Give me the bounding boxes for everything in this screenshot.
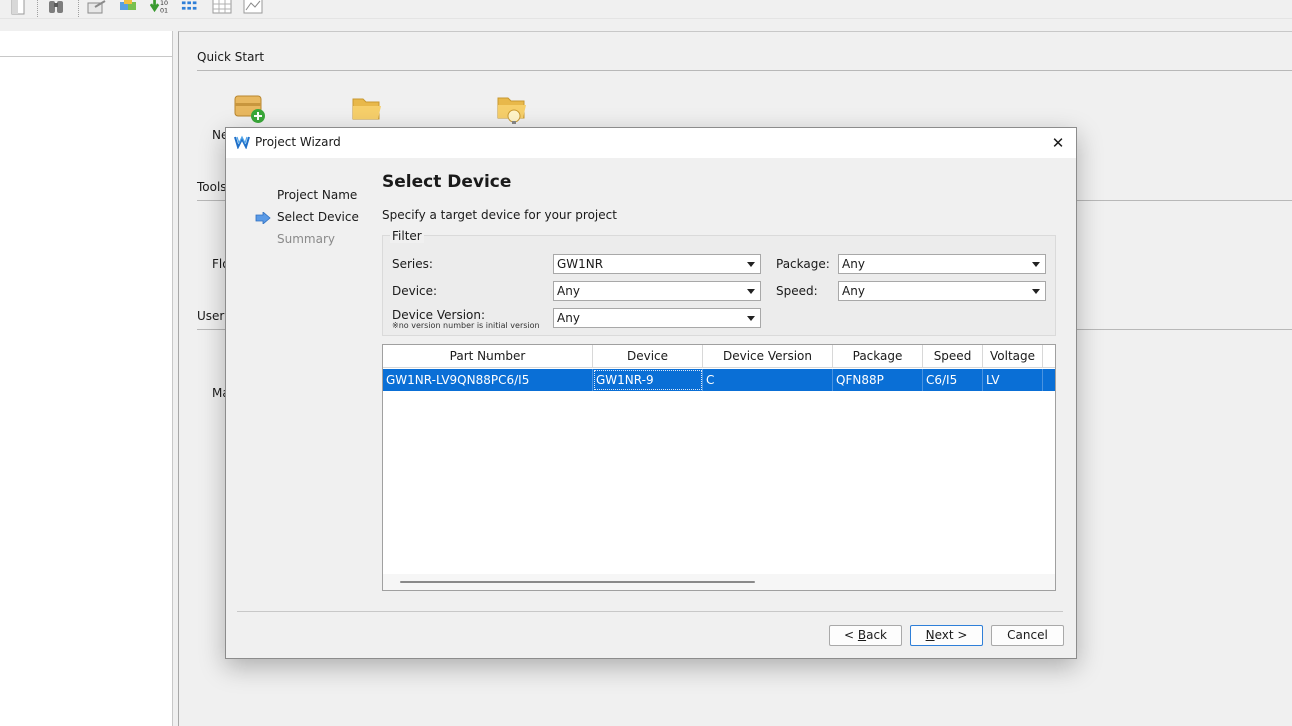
scrollbar-thumb[interactable] bbox=[400, 581, 755, 583]
chevron-down-icon bbox=[1032, 262, 1040, 267]
chevron-down-icon bbox=[747, 262, 755, 267]
column-header-voltage[interactable]: Voltage bbox=[983, 345, 1043, 368]
cell-voltage: LV bbox=[983, 369, 1043, 391]
package-select[interactable]: Any bbox=[838, 254, 1046, 274]
footer-divider bbox=[237, 611, 1063, 612]
step-select-device: Select Device bbox=[277, 210, 359, 224]
svg-text:01: 01 bbox=[160, 7, 168, 14]
step-summary: Summary bbox=[277, 232, 335, 246]
open-project-icon[interactable] bbox=[351, 95, 383, 124]
current-step-arrow-icon bbox=[255, 211, 271, 227]
column-header-device-version[interactable]: Device Version bbox=[703, 345, 833, 368]
filter-legend: Filter bbox=[390, 229, 424, 243]
speed-label: Speed: bbox=[776, 284, 818, 298]
toolbar-separator bbox=[78, 0, 79, 17]
column-header-device[interactable]: Device bbox=[593, 345, 703, 368]
table-header: ⌄ Part Number Device Device Version Pack… bbox=[383, 345, 1055, 368]
cell-device: GW1NR-9 bbox=[593, 369, 703, 391]
chevron-down-icon bbox=[747, 289, 755, 294]
series-label: Series: bbox=[392, 257, 433, 271]
download-bitstream-icon[interactable]: 10 01 bbox=[150, 0, 170, 16]
cancel-button[interactable]: Cancel bbox=[991, 625, 1064, 646]
process-icon[interactable] bbox=[87, 0, 107, 16]
column-header-speed[interactable]: Speed bbox=[923, 345, 983, 368]
cell-package: QFN88P bbox=[833, 369, 923, 391]
device-value: Any bbox=[557, 284, 580, 298]
new-file-icon[interactable] bbox=[8, 0, 28, 16]
cell-device-version: C bbox=[703, 369, 833, 391]
grid-view-icon[interactable] bbox=[212, 0, 232, 16]
panel-header-divider bbox=[0, 56, 173, 57]
close-button[interactable]: ✕ bbox=[1046, 132, 1070, 154]
open-example-icon[interactable] bbox=[496, 94, 530, 129]
dialog-title: Project Wizard bbox=[255, 135, 341, 149]
table-row[interactable]: GW1NR-LV9QN88PC6/I5 GW1NR-9 C QFN88P C6/… bbox=[383, 369, 1055, 391]
dialog-titlebar[interactable]: Project Wizard ✕ bbox=[226, 128, 1076, 158]
device-version-select[interactable]: Any bbox=[553, 308, 761, 328]
binoculars-icon[interactable] bbox=[46, 0, 66, 16]
svg-text:10: 10 bbox=[160, 0, 168, 7]
horizontal-scrollbar[interactable] bbox=[383, 574, 1055, 590]
device-version-label: Device Version: bbox=[392, 308, 486, 322]
column-header-part-number[interactable]: ⌄ Part Number bbox=[383, 345, 593, 368]
chevron-down-icon bbox=[1032, 289, 1040, 294]
device-version-value: Any bbox=[557, 311, 580, 325]
gowin-logo-icon bbox=[234, 135, 250, 152]
device-version-note: ※no version number is initial version bbox=[392, 321, 540, 330]
cell-part-number: GW1NR-LV9QN88PC6/I5 bbox=[383, 369, 593, 391]
project-tree-panel[interactable] bbox=[0, 31, 173, 726]
back-button[interactable]: < Back bbox=[829, 625, 902, 646]
tools-heading: Tools bbox=[197, 180, 227, 194]
series-value: GW1NR bbox=[557, 257, 604, 271]
speed-select[interactable]: Any bbox=[838, 281, 1046, 301]
chart-icon[interactable] bbox=[243, 0, 263, 16]
series-select[interactable]: GW1NR bbox=[553, 254, 761, 274]
page-title: Select Device bbox=[382, 172, 512, 192]
list-view-icon[interactable] bbox=[181, 0, 201, 16]
quick-start-divider bbox=[197, 70, 1292, 71]
new-project-icon[interactable] bbox=[233, 92, 267, 127]
project-wizard-dialog: Project Wizard ✕ Project Name Select Dev… bbox=[225, 127, 1077, 659]
step-project-name: Project Name bbox=[277, 188, 358, 202]
package-label: Package: bbox=[776, 257, 830, 271]
quick-start-heading: Quick Start bbox=[197, 50, 265, 64]
column-header-package[interactable]: Package bbox=[833, 345, 923, 368]
sort-indicator-icon: ⌄ bbox=[484, 351, 491, 360]
chevron-down-icon bbox=[747, 316, 755, 321]
cube-icon[interactable] bbox=[119, 0, 139, 16]
device-table[interactable]: ⌄ Part Number Device Device Version Pack… bbox=[382, 344, 1056, 591]
filter-group: Filter Series: GW1NR Package: Any Device… bbox=[382, 229, 1056, 336]
next-button[interactable]: Next > bbox=[910, 625, 983, 646]
package-value: Any bbox=[842, 257, 865, 271]
device-select[interactable]: Any bbox=[553, 281, 761, 301]
speed-value: Any bbox=[842, 284, 865, 298]
page-subtitle: Specify a target device for your project bbox=[382, 208, 617, 222]
close-icon: ✕ bbox=[1051, 134, 1065, 152]
device-label: Device: bbox=[392, 284, 438, 298]
main-toolbar: 10 01 bbox=[0, 0, 1292, 19]
cell-speed: C6/I5 bbox=[923, 369, 983, 391]
toolbar-separator bbox=[37, 0, 38, 17]
